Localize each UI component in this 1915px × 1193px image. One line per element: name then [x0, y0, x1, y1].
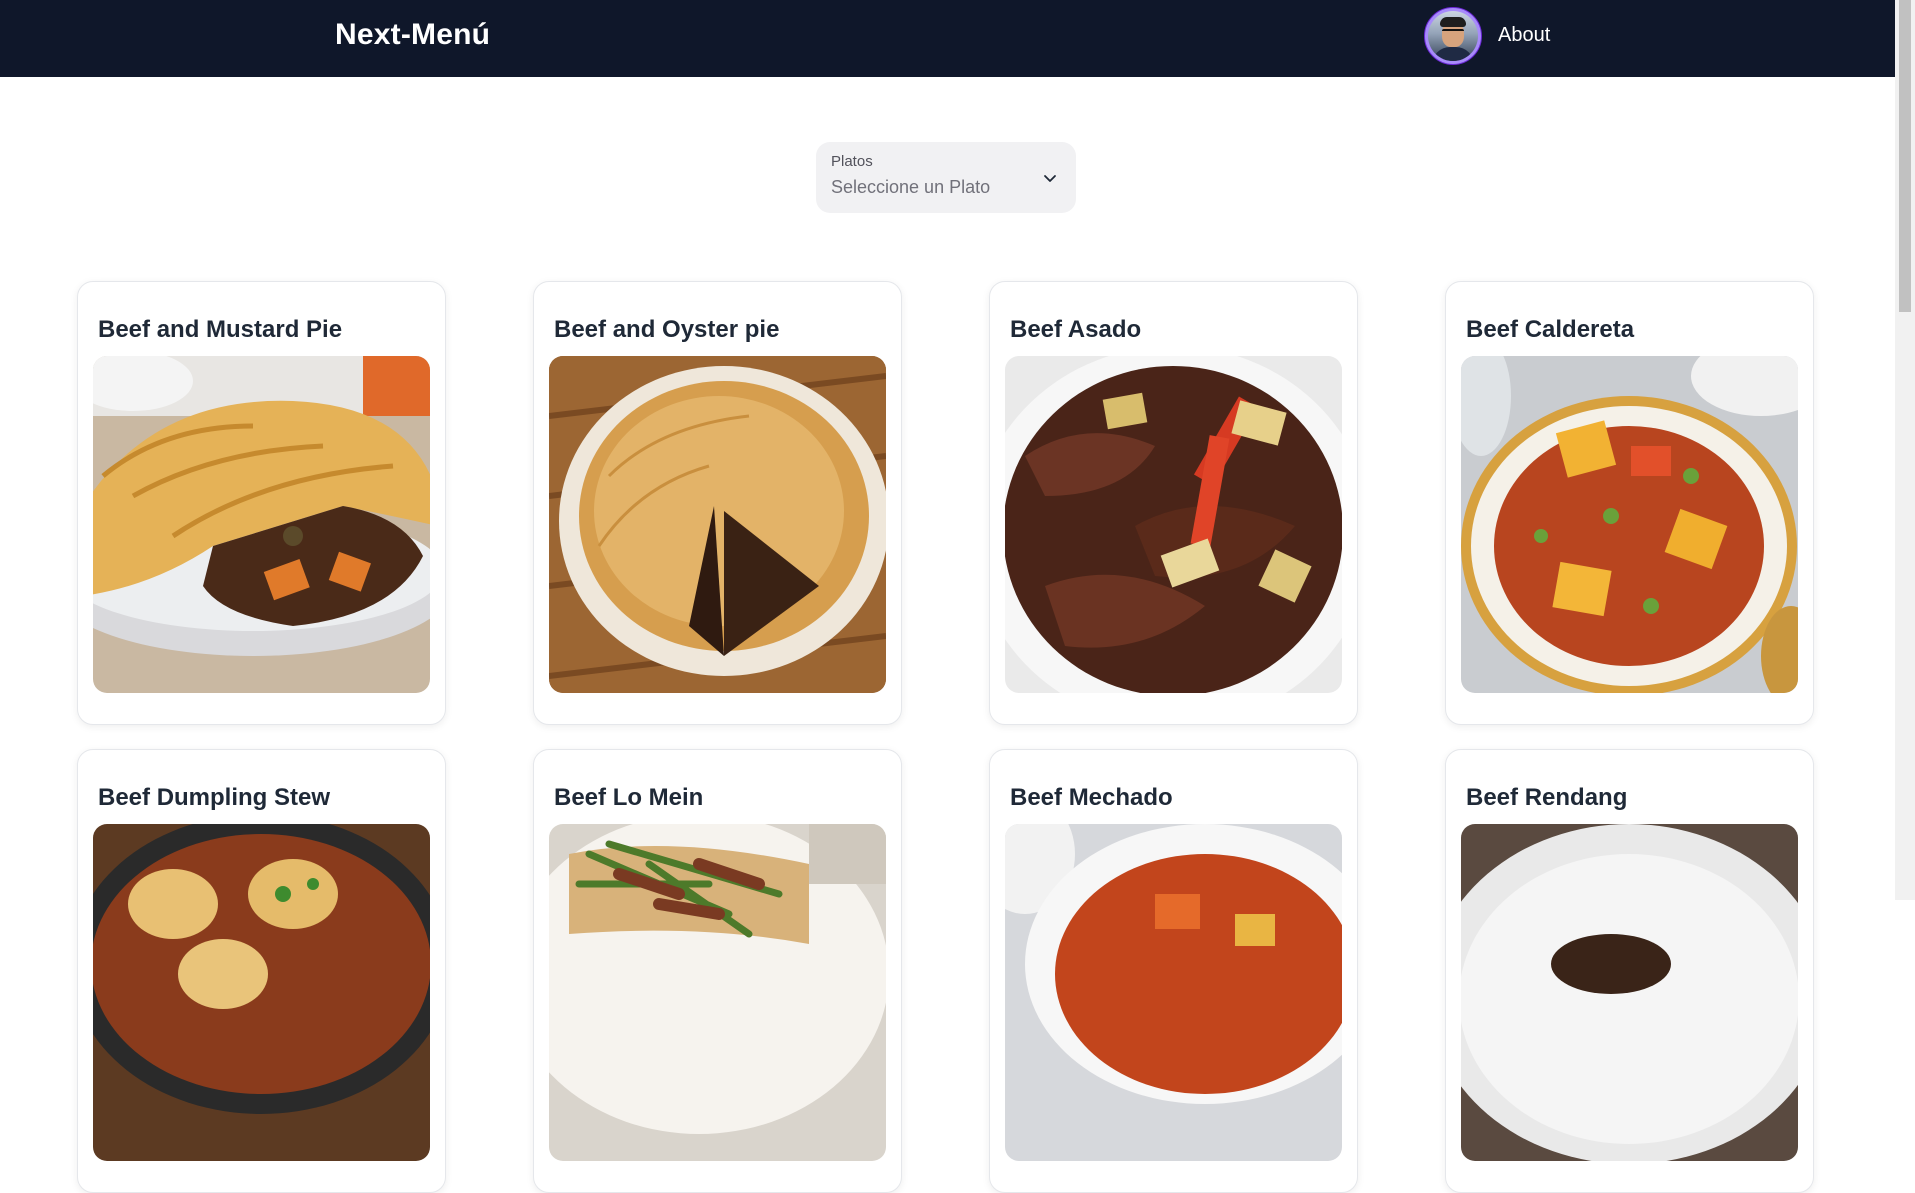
dish-card[interactable]: Beef Mechado	[989, 749, 1358, 1193]
dish-image	[1461, 356, 1798, 693]
scrollbar-thumb[interactable]	[1899, 0, 1911, 312]
dish-card[interactable]: Beef and Oyster pie	[533, 281, 902, 725]
dish-title: Beef Rendang	[1466, 784, 1628, 811]
select-label: Platos	[831, 153, 873, 170]
about-link[interactable]: About	[1498, 24, 1550, 47]
dish-select[interactable]: Platos Seleccione un Plato	[816, 142, 1076, 213]
dish-image	[549, 824, 886, 1161]
dish-card[interactable]: Beef Asado	[989, 281, 1358, 725]
dish-card[interactable]: Beef Caldereta	[1445, 281, 1814, 725]
dish-title: Beef Lo Mein	[554, 784, 704, 811]
dish-card[interactable]: Beef Dumpling Stew	[77, 749, 446, 1193]
dish-image	[93, 824, 430, 1161]
dish-image	[93, 356, 430, 693]
chevron-down-icon	[1044, 175, 1056, 182]
dish-title: Beef Dumpling Stew	[98, 784, 331, 811]
dish-image	[1461, 824, 1798, 1161]
dish-image	[1005, 824, 1342, 1161]
avatar-photo	[1428, 11, 1478, 61]
dish-title: Beef and Mustard Pie	[98, 316, 343, 343]
top-navbar: Next-Menú About	[0, 0, 1895, 77]
dish-image	[549, 356, 886, 693]
page-scrollbar[interactable]	[1895, 0, 1915, 900]
dish-card[interactable]: Beef Rendang	[1445, 749, 1814, 1193]
dish-title: Beef Caldereta	[1466, 316, 1635, 343]
select-placeholder: Seleccione un Plato	[831, 177, 991, 197]
dish-card[interactable]: Beef and Mustard Pie	[77, 281, 446, 725]
user-avatar[interactable]	[1424, 7, 1482, 65]
dish-title: Beef and Oyster pie	[554, 316, 780, 343]
dish-title: Beef Asado	[1010, 316, 1142, 343]
dish-image	[1005, 356, 1342, 693]
dish-title: Beef Mechado	[1010, 784, 1173, 811]
brand-logo-text[interactable]: Next-Menú	[335, 18, 490, 52]
dish-card[interactable]: Beef Lo Mein	[533, 749, 902, 1193]
